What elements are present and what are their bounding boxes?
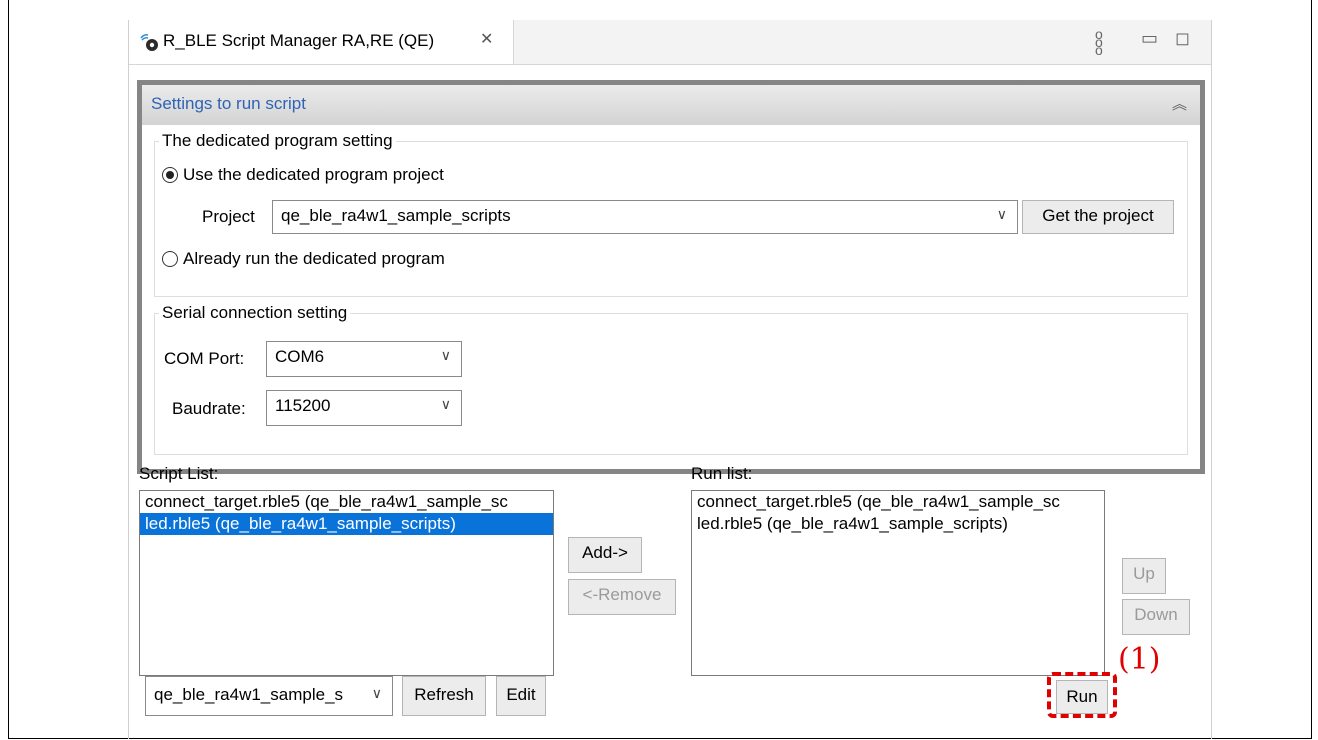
run-list[interactable]: connect_target.rble5 (qe_ble_ra4w1_sampl… — [691, 490, 1105, 676]
list-item[interactable]: connect_target.rble5 (qe_ble_ra4w1_sampl… — [140, 491, 553, 513]
already-run-label: Already run the dedicated program — [183, 249, 445, 268]
project-filter-value: qe_ble_ra4w1_sample_s — [154, 685, 344, 704]
remove-button[interactable]: <-Remove — [568, 579, 676, 615]
tab-script-manager[interactable]: R_BLE Script Manager RA,RE (QE) ✕ — [129, 20, 514, 64]
dedicated-program-legend: The dedicated program setting — [162, 131, 393, 150]
project-filter-combo[interactable]: qe_ble_ra4w1_sample_s ∨ — [145, 676, 393, 716]
use-dedicated-label: Use the dedicated program project — [183, 165, 444, 184]
settings-section: Settings to run script ︽ The dedicated p… — [137, 80, 1205, 474]
radio-unchecked-icon — [162, 251, 178, 267]
serial-connection-group: Serial connection setting — [154, 303, 1188, 455]
view-menu-icon[interactable]: ooo — [1095, 27, 1103, 57]
project-value: qe_ble_ra4w1_sample_scripts — [281, 206, 511, 225]
script-manager-view: R_BLE Script Manager RA,RE (QE) ✕ ooo ▭ … — [128, 20, 1212, 739]
list-item[interactable]: led.rble5 (qe_ble_ra4w1_sample_scripts) — [692, 513, 1104, 535]
run-highlight-box — [1047, 672, 1117, 718]
maximize-icon[interactable]: ◻ — [1175, 28, 1190, 49]
edit-button[interactable]: Edit — [496, 676, 546, 716]
list-item-selected[interactable]: led.rble5 (qe_ble_ra4w1_sample_scripts) — [140, 513, 553, 535]
run-list-label: Run list: — [691, 464, 753, 483]
chevron-down-icon: ∨ — [996, 206, 1007, 222]
add-button[interactable]: Add-> — [568, 537, 642, 573]
baudrate-value: 115200 — [275, 396, 331, 415]
com-port-value: COM6 — [275, 347, 325, 366]
radio-checked-icon — [162, 167, 178, 183]
annotation-label: (1) — [1118, 642, 1161, 677]
chevron-down-icon: ∨ — [440, 347, 451, 363]
serial-connection-legend: Serial connection setting — [162, 303, 348, 322]
already-run-radio[interactable]: Already run the dedicated program — [162, 249, 445, 269]
minimize-icon[interactable]: ▭ — [1141, 28, 1158, 49]
settings-section-header[interactable]: Settings to run script ︽ — [142, 85, 1200, 125]
baudrate-label: Baudrate: — [172, 399, 246, 418]
project-label: Project — [202, 207, 255, 226]
com-port-combo[interactable]: COM6 ∨ — [266, 341, 462, 377]
get-project-button[interactable]: Get the project — [1022, 200, 1174, 234]
script-list[interactable]: connect_target.rble5 (qe_ble_ra4w1_sampl… — [139, 490, 554, 676]
refresh-button[interactable]: Refresh — [402, 676, 486, 716]
baudrate-combo[interactable]: 115200 ∨ — [266, 390, 462, 426]
com-port-label: COM Port: — [164, 349, 245, 368]
use-dedicated-radio[interactable]: Use the dedicated program project — [162, 165, 444, 185]
settings-section-title: Settings to run script — [151, 94, 306, 113]
up-button[interactable]: Up — [1122, 558, 1166, 594]
chevron-down-icon: ∨ — [371, 685, 382, 701]
script-list-label: Script List: — [139, 464, 219, 483]
view-tab-strip: R_BLE Script Manager RA,RE (QE) ✕ ooo ▭ … — [129, 20, 1211, 65]
project-combo[interactable]: qe_ble_ra4w1_sample_scripts ∨ — [272, 200, 1018, 234]
tab-close-icon[interactable]: ✕ — [480, 29, 493, 49]
chevron-down-icon: ∨ — [440, 396, 451, 412]
down-button[interactable]: Down — [1122, 599, 1190, 635]
ble-plugin-icon — [140, 34, 158, 51]
tab-title: R_BLE Script Manager RA,RE (QE) — [163, 31, 435, 50]
list-item[interactable]: connect_target.rble5 (qe_ble_ra4w1_sampl… — [692, 491, 1104, 513]
collapse-icon[interactable]: ︽ — [1172, 93, 1187, 114]
